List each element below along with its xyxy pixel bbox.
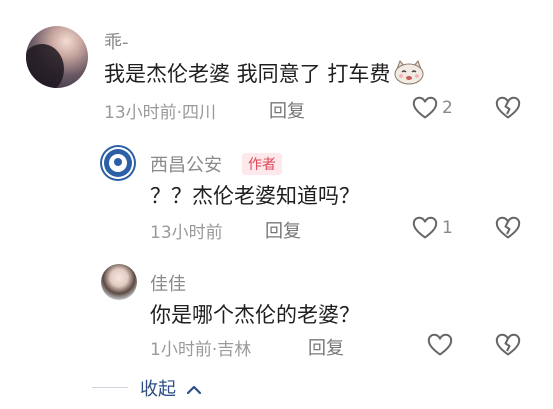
comment-username[interactable]: 乖- bbox=[104, 28, 129, 54]
broken-heart-icon[interactable] bbox=[495, 216, 521, 240]
comment-meta: 13小时前 bbox=[150, 223, 223, 243]
heart-outline-icon[interactable] bbox=[412, 216, 438, 240]
chevron-up-icon bbox=[186, 380, 202, 401]
heart-outline-icon[interactable] bbox=[412, 96, 438, 120]
reply-button[interactable]: 回复 bbox=[269, 97, 305, 123]
avatar-user-guai[interactable] bbox=[26, 26, 88, 88]
broken-heart-icon[interactable] bbox=[495, 96, 521, 120]
avatar-police[interactable] bbox=[100, 145, 136, 181]
comment-text: 我是杰伦老婆 我同意了 打车费 bbox=[104, 58, 426, 88]
like-count: 2 bbox=[442, 98, 453, 118]
collapse-button[interactable]: 收起 bbox=[140, 375, 202, 401]
avatar-user-jiajia[interactable] bbox=[101, 264, 137, 300]
comment-text: ？？杰伦老婆知道吗？ bbox=[150, 184, 360, 208]
comment-meta: 13小时前·四川 bbox=[104, 103, 217, 123]
collapse-label: 收起 bbox=[140, 379, 176, 400]
comment-username[interactable]: 西昌公安 bbox=[150, 151, 222, 177]
comment-text-content: 我是杰伦老婆 我同意了 打车费 bbox=[104, 62, 391, 86]
like-count: 1 bbox=[442, 218, 453, 238]
author-badge: 作者 bbox=[242, 153, 282, 175]
heart-outline-icon[interactable] bbox=[427, 333, 453, 357]
broken-heart-icon[interactable] bbox=[495, 333, 521, 357]
comment-username[interactable]: 佳佳 bbox=[150, 270, 186, 296]
collapse-divider bbox=[92, 387, 128, 388]
comment-text: 你是哪个杰伦的老婆？ bbox=[150, 303, 360, 327]
reply-button[interactable]: 回复 bbox=[308, 334, 344, 360]
cat-emoji-icon bbox=[392, 59, 426, 85]
reply-button[interactable]: 回复 bbox=[265, 217, 301, 243]
comment-meta: 1小时前·吉林 bbox=[150, 340, 252, 360]
